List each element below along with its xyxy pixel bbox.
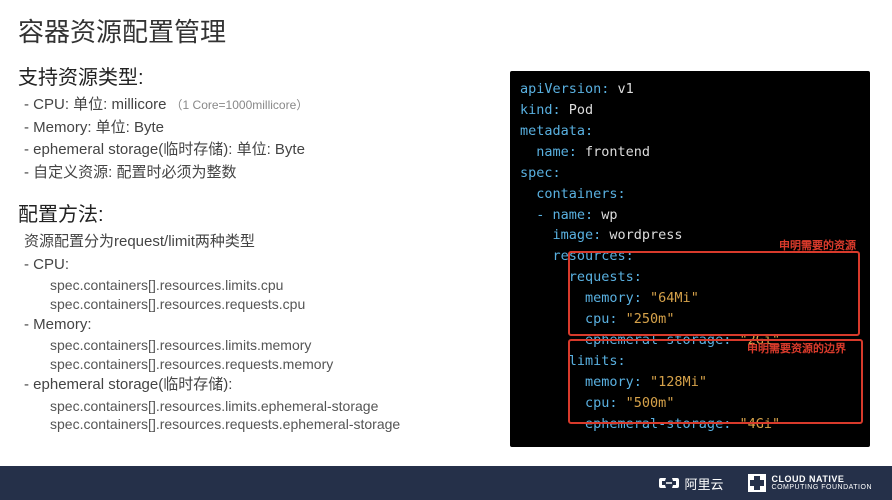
- resource-types-heading: 支持资源类型:: [18, 61, 498, 90]
- slide-title: 容器资源配置管理: [0, 0, 892, 55]
- aliyun-icon: [659, 476, 679, 490]
- config-path: spec.containers[].resources.requests.mem…: [18, 355, 498, 374]
- config-methods-heading: 配置方法:: [18, 198, 498, 227]
- cncf-line2: COMPUTING FOUNDATION: [772, 484, 872, 491]
- resource-type-item: - ephemeral storage(临时存储): 单位: Byte: [18, 139, 498, 162]
- slide: 容器资源配置管理 支持资源类型: - CPU: 单位: millicore（1 …: [0, 0, 892, 500]
- resource-type-item: - Memory: 单位: Byte: [18, 117, 498, 140]
- config-path: spec.containers[].resources.requests.cpu: [18, 295, 498, 314]
- aliyun-label: 阿里云: [685, 474, 724, 493]
- annotation-limits: 申明需要资源的边界: [747, 341, 846, 358]
- yaml-code-box: apiVersion: v1 kind: Pod metadata: name:…: [510, 71, 870, 447]
- config-group-label: - Memory:: [18, 314, 498, 337]
- slide-body: 支持资源类型: - CPU: 单位: millicore（1 Core=1000…: [0, 55, 892, 466]
- cncf-brand: CLOUD NATIVE COMPUTING FOUNDATION: [748, 474, 872, 492]
- left-column: 支持资源类型: - CPU: 单位: millicore（1 Core=1000…: [18, 55, 510, 466]
- cncf-line1: CLOUD NATIVE: [772, 475, 872, 484]
- cncf-icon: [748, 474, 766, 492]
- footer-bar: 阿里云 CLOUD NATIVE COMPUTING FOUNDATION: [0, 466, 892, 500]
- right-column: apiVersion: v1 kind: Pod metadata: name:…: [510, 55, 880, 466]
- config-path: spec.containers[].resources.requests.eph…: [18, 415, 498, 434]
- aliyun-brand: 阿里云: [659, 474, 724, 493]
- requests-highlight-box: [568, 251, 860, 336]
- resource-type-item: - 自定义资源: 配置时必须为整数: [18, 162, 498, 185]
- config-intro: 资源配置分为request/limit两种类型: [18, 231, 498, 254]
- config-path: spec.containers[].resources.limits.ephem…: [18, 397, 498, 416]
- resource-type-item: - CPU: 单位: millicore（1 Core=1000millicor…: [18, 94, 498, 117]
- annotation-requests: 申明需要的资源: [779, 238, 856, 255]
- config-path: spec.containers[].resources.limits.memor…: [18, 336, 498, 355]
- config-group-label: - CPU:: [18, 254, 498, 277]
- config-path: spec.containers[].resources.limits.cpu: [18, 276, 498, 295]
- config-group-label: - ephemeral storage(临时存储):: [18, 374, 498, 397]
